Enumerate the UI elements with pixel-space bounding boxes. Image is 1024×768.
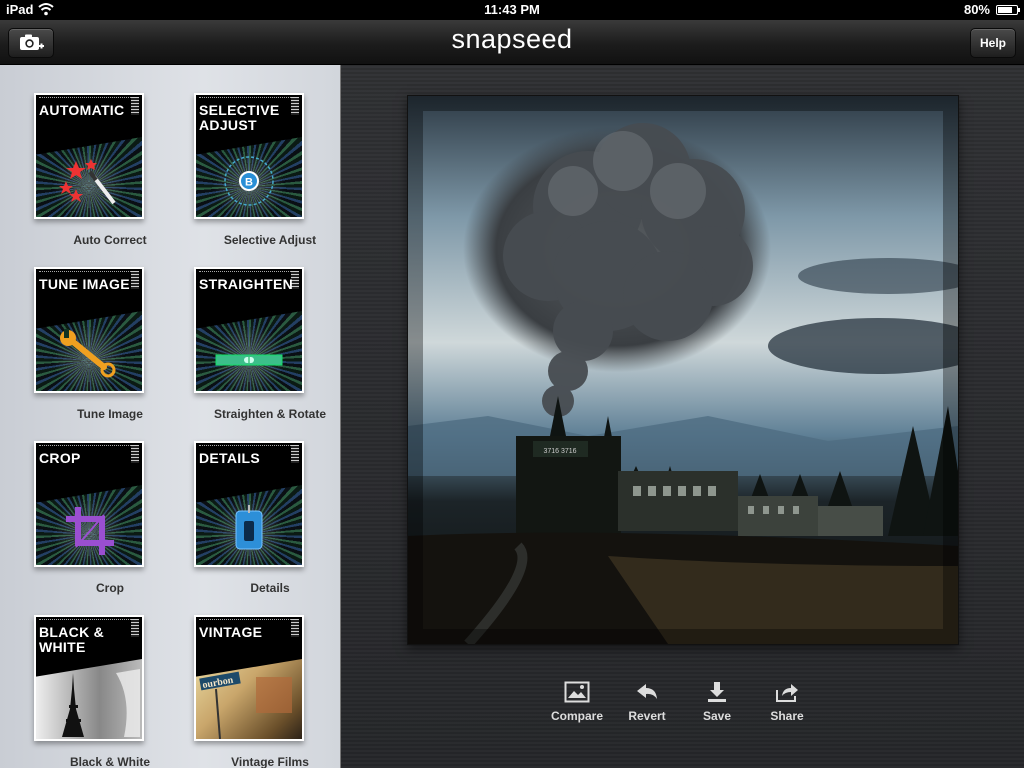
tool-vintage-films[interactable]: VINTAGE ourbon Vintage Films	[180, 615, 340, 768]
tool-tile-title: SELECTIVE ADJUST	[199, 102, 280, 133]
share-button[interactable]: Share	[752, 681, 822, 737]
tool-label: Black & White	[69, 755, 150, 768]
tool-tile[interactable]: TUNE IMAGE	[34, 267, 144, 393]
help-button[interactable]: Help	[970, 28, 1016, 58]
editor-canvas-area: 3716 3716 Compare Revert Save Share	[341, 65, 1024, 768]
tool-tile-title: VINTAGE	[199, 624, 263, 640]
tool-label: Crop	[96, 581, 124, 595]
tile-decoration	[39, 445, 131, 449]
tool-tile-title: CROP	[39, 450, 81, 466]
tool-tile[interactable]: DETAILS	[194, 441, 304, 567]
tile-decoration	[39, 271, 131, 275]
wrench-icon	[60, 329, 116, 378]
status-bar: iPad 11:43 PM 80%	[0, 0, 1024, 20]
tool-tile[interactable]: BLACK & WHITE	[34, 615, 144, 741]
vintage-street-image: ourbon	[199, 671, 292, 739]
steam-train-image: 3716 3716	[408, 96, 958, 644]
tool-selective-adjust[interactable]: SELECTIVE ADJUST B Selective Adjust	[180, 93, 340, 267]
tool-label: Tune Image	[77, 407, 143, 421]
tile-decoration	[199, 619, 291, 623]
tool-label: Details	[250, 581, 290, 595]
tool-label: Auto Correct	[73, 233, 147, 247]
control-point-icon: B	[224, 156, 274, 206]
tool-tile-title: AUTOMATIC	[39, 102, 125, 118]
clock: 11:43 PM	[484, 2, 540, 17]
tool-label: Straighten & Rotate	[213, 407, 326, 421]
tool-tile[interactable]: VINTAGE ourbon	[194, 615, 304, 741]
tile-art: ourbon	[196, 659, 302, 739]
tile-decoration	[199, 97, 291, 101]
battery-percentage: 80%	[963, 2, 990, 17]
tile-art	[196, 485, 302, 565]
tile-decoration	[199, 445, 291, 449]
share-icon	[776, 684, 798, 702]
tile-decoration	[39, 97, 131, 101]
tool-auto-correct[interactable]: AUTOMATIC Auto Correct	[20, 93, 180, 267]
tool-tile[interactable]: SELECTIVE ADJUST B	[194, 93, 304, 219]
tool-tune-image[interactable]: TUNE IMAGE Tune Image	[20, 267, 180, 441]
revert-label: Revert	[628, 709, 666, 723]
battery-icon	[996, 5, 1020, 15]
save-button[interactable]: Save	[682, 681, 752, 737]
tile-decoration	[39, 619, 131, 623]
compare-icon	[564, 681, 590, 703]
tool-label: Vintage Films	[231, 755, 309, 768]
tile-art	[36, 485, 142, 565]
tool-tile-title: TUNE IMAGE	[39, 276, 130, 292]
save-icon	[708, 682, 726, 702]
tool-tile[interactable]: CROP	[34, 441, 144, 567]
share-label: Share	[770, 709, 804, 723]
tile-decoration	[199, 271, 291, 275]
train-number: 3716 3716	[543, 448, 576, 455]
tile-art: B	[196, 137, 302, 217]
revert-icon	[637, 684, 657, 699]
crop-icon	[66, 507, 114, 555]
tile-art	[196, 311, 302, 391]
tools-sidebar[interactable]: AUTOMATIC Auto Correct SELECTIVE ADJUST	[0, 65, 341, 768]
tool-details[interactable]: DETAILS Details	[180, 441, 340, 615]
tool-crop[interactable]: CROP Crop	[20, 441, 180, 615]
tool-black-white[interactable]: BLACK & WHITE Black & White	[20, 615, 180, 768]
tool-tile[interactable]: STRAIGHTEN	[194, 267, 304, 393]
tile-art	[36, 311, 142, 391]
tool-straighten-rotate[interactable]: STRAIGHTEN Straighten & Rotate	[180, 267, 340, 441]
save-label: Save	[702, 709, 732, 723]
photo-preview[interactable]: 3716 3716	[407, 95, 959, 645]
tool-tile-title: DETAILS	[199, 450, 260, 466]
tile-art	[36, 659, 142, 739]
tile-art	[36, 137, 142, 217]
control-point-letter: B	[245, 177, 253, 189]
eiffel-tower-image	[62, 669, 140, 737]
tool-tile[interactable]: AUTOMATIC	[34, 93, 144, 219]
tool-tile-title: BLACK & WHITE	[39, 624, 105, 655]
bourbon-sign: ourbon	[202, 675, 235, 691]
level-icon	[215, 354, 283, 366]
compare-label: Compare	[550, 709, 603, 723]
tool-label: Selective Adjust	[223, 233, 317, 247]
navigation-bar: snapseed Help	[0, 20, 1024, 65]
revert-button[interactable]: Revert	[612, 681, 682, 737]
magic-wand-icon	[59, 159, 116, 205]
app-logo: snapseed	[451, 24, 573, 54]
tool-tile-title: STRAIGHTEN	[199, 276, 293, 292]
compare-button[interactable]: Compare	[542, 681, 612, 737]
sharpener-icon	[235, 505, 263, 550]
